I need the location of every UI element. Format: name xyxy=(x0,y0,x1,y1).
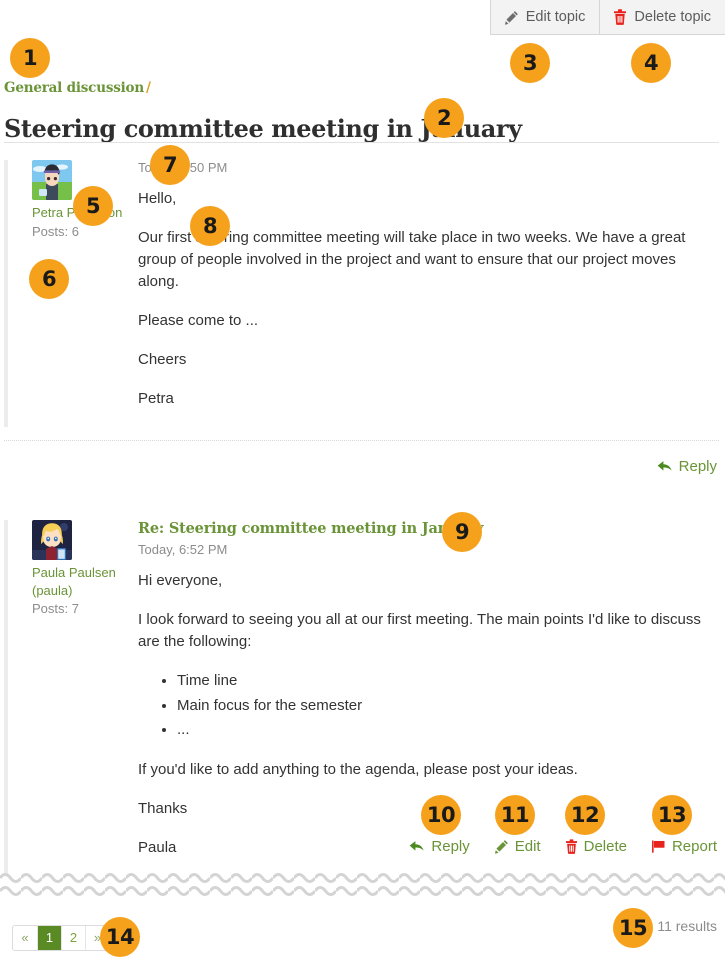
post-paragraph: Cheers xyxy=(138,351,187,369)
callout-badge-2: 2 xyxy=(424,98,464,138)
post-actions: Reply xyxy=(657,458,717,475)
reply-arrow-icon xyxy=(409,839,425,854)
callout-badge-6: 6 xyxy=(29,259,69,299)
post-paragraph: Please come to ... xyxy=(138,312,259,330)
post-actions: Reply Edit Delete Report xyxy=(409,838,717,855)
callout-badge-12: 12 xyxy=(565,795,605,835)
flag-icon xyxy=(651,839,666,854)
breadcrumb-separator: / xyxy=(145,80,151,96)
avatar[interactable] xyxy=(32,520,72,560)
breadcrumb-parent-link[interactable]: General discussion xyxy=(4,80,144,96)
pencil-icon xyxy=(494,839,509,854)
pencil-icon xyxy=(504,10,519,25)
edit-link[interactable]: Edit xyxy=(494,838,541,855)
reply-link-label: Reply xyxy=(431,838,470,855)
trash-icon xyxy=(613,9,627,25)
callout-badge-7: 7 xyxy=(150,145,190,185)
post-author-postcount: Posts: 6 xyxy=(32,223,79,239)
page-break-divider xyxy=(0,871,725,897)
edit-topic-label: Edit topic xyxy=(525,9,586,25)
callout-badge-5: 5 xyxy=(73,186,113,226)
post-paragraph: I look forward to seeing you all at our … xyxy=(138,611,701,651)
topic-toolbar: Edit topic Delete topic xyxy=(489,0,725,35)
list-item: Time line xyxy=(177,670,713,693)
post-author-name[interactable]: Paula Paulsen xyxy=(32,564,138,582)
delete-topic-label: Delete topic xyxy=(634,9,711,25)
report-link-label: Report xyxy=(671,838,717,855)
post-divider xyxy=(4,440,719,441)
edit-link-label: Edit xyxy=(514,838,541,855)
trash-icon xyxy=(565,839,578,854)
reply-link[interactable]: Reply xyxy=(409,838,470,855)
reply-link-label: Reply xyxy=(678,458,717,475)
breadcrumb: General discussion / xyxy=(4,80,151,96)
delete-link[interactable]: Delete xyxy=(565,838,627,855)
callout-badge-15: 15 xyxy=(613,908,653,948)
post-paragraph: Hi everyone, xyxy=(138,572,223,589)
forum-post: Paula Paulsen (paula) Posts: 7 Re: Steer… xyxy=(4,520,719,876)
post-body-column: Today, 6:50 PM Hello, Our first steering… xyxy=(138,160,719,427)
avatar[interactable] xyxy=(32,160,72,200)
list-item: ... xyxy=(177,719,713,742)
post-subject[interactable]: Re: Steering committee meeting in Januar… xyxy=(138,520,713,537)
post-author-postcount: Posts: 7 xyxy=(32,601,79,617)
pagination: « 1 2 » xyxy=(12,925,110,951)
post-paragraph: Hello, xyxy=(138,190,177,207)
post-timestamp: Today, 6:52 PM xyxy=(138,542,228,557)
callout-badge-4: 4 xyxy=(631,43,671,83)
pagination-first-button[interactable]: « xyxy=(13,926,37,950)
post-author-handle[interactable]: (paula) xyxy=(32,582,138,600)
callout-badge-14: 14 xyxy=(100,917,140,957)
callout-badge-11: 11 xyxy=(495,795,535,835)
callout-badge-1: 1 xyxy=(10,38,50,78)
callout-badge-9: 9 xyxy=(442,512,482,552)
post-author-column: Paula Paulsen (paula) Posts: 7 xyxy=(8,520,138,876)
post-paragraph: Petra xyxy=(138,390,174,408)
pagination-page-2[interactable]: 2 xyxy=(61,926,85,950)
report-link[interactable]: Report xyxy=(651,838,717,855)
post-bullet-list: Time line Main focus for the semester ..… xyxy=(138,670,713,742)
delete-topic-button[interactable]: Delete topic xyxy=(599,0,725,34)
post-paragraph: If you'd like to add anything to the age… xyxy=(138,760,578,778)
reply-arrow-icon xyxy=(657,459,673,474)
title-divider xyxy=(4,142,719,143)
callout-badge-3: 3 xyxy=(510,43,550,83)
reply-link[interactable]: Reply xyxy=(657,458,717,475)
results-count: 11 results xyxy=(657,918,717,934)
callout-badge-13: 13 xyxy=(652,795,692,835)
edit-topic-button[interactable]: Edit topic xyxy=(490,0,600,34)
post-timestamp: Today, 6:50 PM xyxy=(138,160,228,175)
list-item: Main focus for the semester xyxy=(177,695,713,718)
callout-badge-10: 10 xyxy=(421,795,461,835)
pagination-page-1[interactable]: 1 xyxy=(37,926,61,950)
callout-badge-8: 8 xyxy=(190,206,230,246)
delete-link-label: Delete xyxy=(583,838,627,855)
